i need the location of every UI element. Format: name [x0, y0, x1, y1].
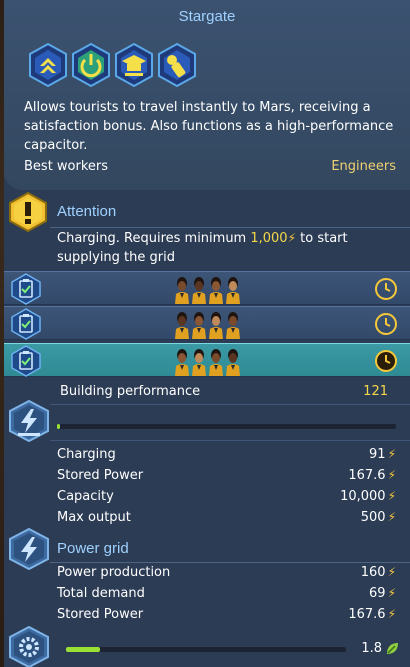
grid-stat-value: 160 ⚡	[360, 565, 396, 580]
grid-stat-label: Power production	[57, 565, 171, 580]
power-stat-value: 10,000 ⚡	[340, 489, 396, 504]
charge-progress-fill	[57, 424, 61, 429]
clock-icon[interactable]	[374, 349, 398, 373]
building-header: Stargate Allows tourists to travel insta…	[4, 0, 410, 190]
bolt-icon: ⚡	[287, 231, 297, 245]
bolt-icon: ⚡	[387, 468, 396, 482]
power-stat-value: 167.6 ⚡	[348, 468, 396, 483]
power-grid-title: Power grid	[57, 540, 129, 557]
bolt-icon: ⚡	[387, 586, 396, 600]
power-stat-label: Max output	[57, 510, 131, 525]
worker-avatar[interactable]	[225, 348, 241, 376]
shift-row[interactable]	[4, 271, 410, 305]
power-icon[interactable]	[69, 42, 113, 88]
warning-icon	[8, 191, 48, 233]
grid-stat-value: 69 ⚡	[369, 586, 396, 601]
worker-avatar[interactable]	[208, 276, 224, 304]
checklist-icon[interactable]	[10, 345, 42, 377]
minimum-charge-amount: 1,000	[250, 231, 288, 246]
leaf-icon	[384, 641, 400, 657]
power-stat-value: 500 ⚡	[360, 510, 396, 525]
charge-progress-bar	[57, 424, 396, 429]
bolt-icon: ⚡	[387, 565, 396, 579]
worker-avatar[interactable]	[191, 311, 207, 339]
bolt-icon: ⚡	[387, 489, 396, 503]
attention-title: Attention	[57, 203, 117, 220]
worker-avatar[interactable]	[174, 276, 190, 304]
shift-row[interactable]	[4, 306, 410, 340]
power-stat-label: Stored Power	[57, 468, 144, 483]
pill-bottle-icon[interactable]	[155, 42, 199, 88]
clock-icon[interactable]	[374, 312, 398, 336]
bolt-icon: ⚡	[387, 447, 396, 461]
gear-icon	[8, 625, 50, 667]
checklist-icon[interactable]	[10, 308, 42, 340]
worker-avatar[interactable]	[191, 276, 207, 304]
shift-row[interactable]	[4, 343, 410, 377]
maintenance-value: 1.8	[361, 641, 382, 656]
power-divider	[50, 404, 410, 405]
worker-avatar[interactable]	[174, 348, 190, 376]
building-description: Allows tourists to travel instantly to M…	[24, 100, 394, 153]
clock-icon[interactable]	[374, 277, 398, 301]
power-grid-divider	[50, 562, 410, 563]
grid-stat-label: Stored Power	[57, 607, 144, 622]
bolt-icon: ⚡	[387, 510, 396, 524]
best-workers-value: Engineers	[331, 159, 396, 174]
power-divider	[50, 440, 410, 441]
power-stat-label: Charging	[57, 447, 116, 462]
worker-avatar[interactable]	[208, 348, 224, 376]
grid-stat-value: 167.6 ⚡	[348, 607, 396, 622]
power-storage-icon	[8, 399, 50, 443]
worker-avatar[interactable]	[191, 348, 207, 376]
attention-message: Charging. Requires minimum 1,000⚡ to sta…	[57, 231, 348, 265]
worker-avatar[interactable]	[225, 311, 241, 339]
building-title: Stargate	[178, 8, 236, 25]
upgrade-arrows-icon[interactable]	[26, 42, 70, 88]
worker-avatar[interactable]	[225, 276, 241, 304]
checklist-icon[interactable]	[10, 273, 42, 305]
graduation-cap-icon[interactable]	[112, 42, 156, 88]
power-grid-icon	[8, 527, 50, 571]
bolt-icon: ⚡	[387, 607, 396, 621]
worker-avatar[interactable]	[208, 311, 224, 339]
maintenance-progress-fill	[66, 647, 100, 652]
attention-divider	[50, 227, 410, 228]
power-stat-value: 91 ⚡	[369, 447, 396, 462]
best-workers-label: Best workers	[24, 159, 109, 174]
building-performance-value: 121	[363, 384, 388, 399]
building-performance-label: Building performance	[60, 384, 201, 399]
maintenance-progress-bar	[66, 647, 346, 652]
worker-avatar[interactable]	[174, 311, 190, 339]
grid-stat-label: Total demand	[57, 586, 145, 601]
power-stat-label: Capacity	[57, 489, 114, 504]
